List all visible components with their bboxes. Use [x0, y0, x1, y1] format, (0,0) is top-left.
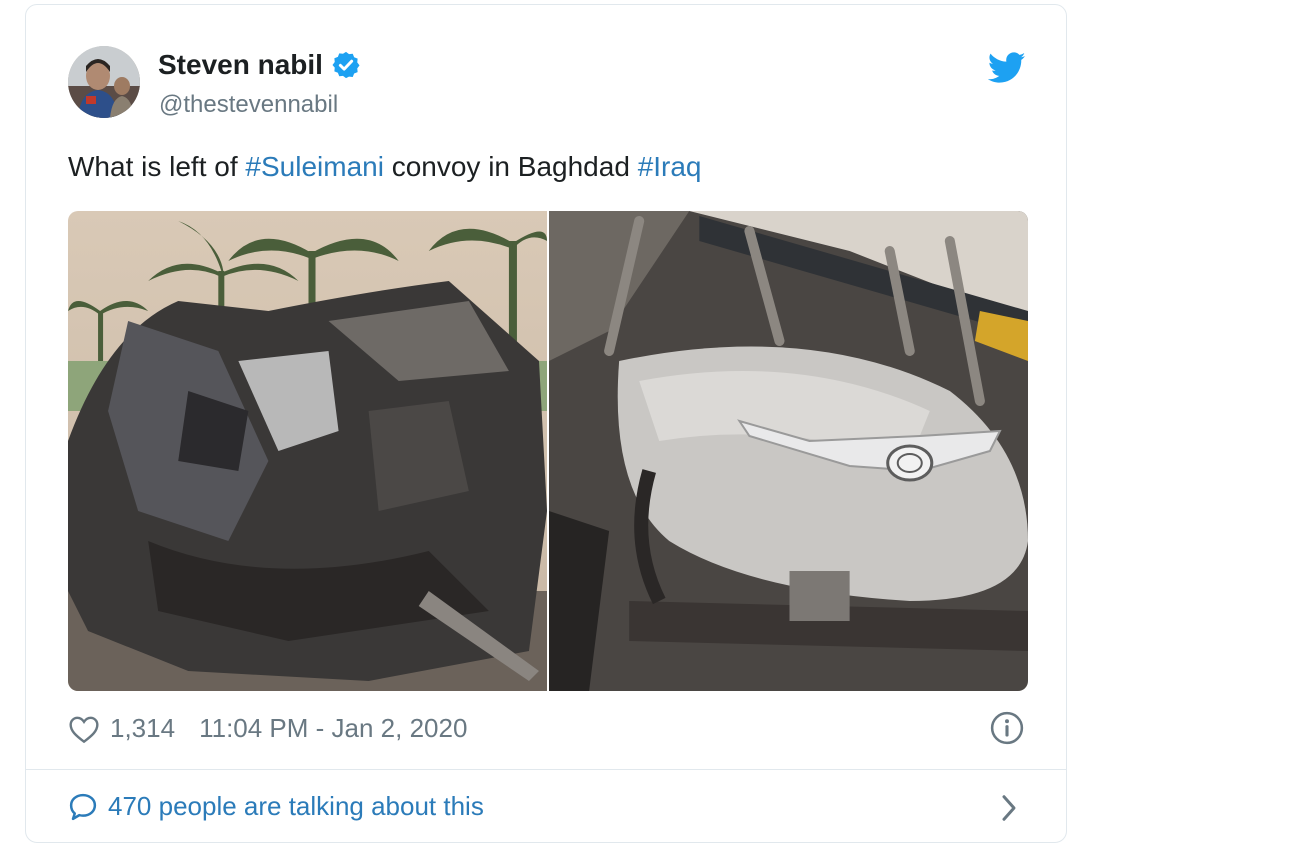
tweet-text-segment: What is left of	[68, 151, 246, 182]
timestamp[interactable]: 11:04 PM - Jan 2, 2020	[199, 713, 467, 744]
talking-count[interactable]: 470 people are talking about this	[108, 791, 484, 822]
speech-bubble-icon	[69, 793, 97, 820]
avatar[interactable]	[68, 46, 140, 118]
author-name-row[interactable]: Steven nabil	[158, 49, 361, 81]
media-photo-toyota[interactable]	[549, 211, 1028, 691]
tweet-text: What is left of #Suleimani convoy in Bag…	[68, 151, 702, 183]
tweet-text-segment: convoy in Baghdad	[383, 151, 638, 182]
hashtag-suleimani[interactable]: #Suleimani	[245, 151, 384, 182]
twitter-bird-icon[interactable]	[988, 51, 1026, 85]
verified-badge-icon	[332, 51, 360, 79]
author-handle[interactable]: @thestevennabil	[159, 91, 338, 119]
media-grid	[68, 211, 1028, 691]
conversation-link[interactable]: 470 people are talking about this	[68, 791, 484, 822]
author-name[interactable]: Steven nabil	[158, 49, 323, 81]
divider	[26, 769, 1066, 770]
heart-icon[interactable]	[68, 714, 100, 744]
hashtag-iraq[interactable]: #Iraq	[638, 151, 702, 182]
tweet-meta: 1,314 11:04 PM - Jan 2, 2020	[68, 713, 467, 744]
tweet-card: Steven nabil @thestevennabil What is lef…	[25, 4, 1067, 843]
info-icon[interactable]	[990, 711, 1024, 745]
like-count[interactable]: 1,314	[110, 713, 175, 744]
chevron-right-icon[interactable]	[998, 793, 1020, 823]
media-photo-wreck[interactable]	[68, 211, 547, 691]
